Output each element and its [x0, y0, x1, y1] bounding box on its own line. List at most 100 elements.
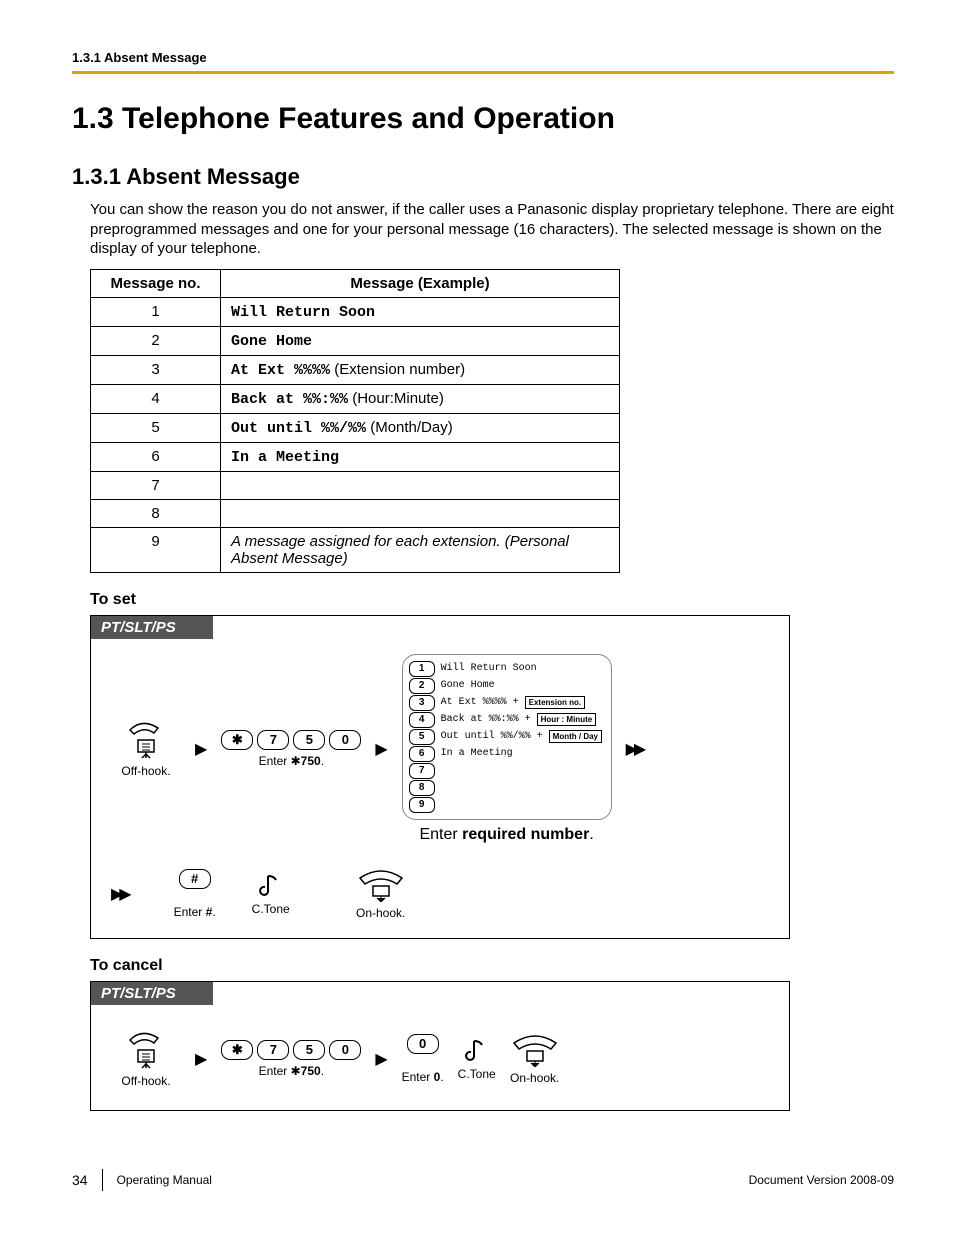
- key-small: 3: [409, 695, 435, 711]
- cell-example: At Ext %%%% (Extension number): [221, 355, 620, 384]
- cell-example: A message assigned for each extension. (…: [221, 527, 620, 572]
- list-item: 8: [409, 780, 603, 796]
- step-enter-750: ✱ 7 5 0 Enter ✱750.: [221, 730, 361, 768]
- step-onhook: On-hook.: [510, 1033, 560, 1085]
- table-row: 3At Ext %%%% (Extension number): [91, 355, 620, 384]
- message-table: Message no. Message (Example) 1Will Retu…: [90, 269, 620, 573]
- onhook-icon: [510, 1033, 560, 1067]
- table-row: 7: [91, 471, 620, 499]
- cell-no: 7: [91, 471, 221, 499]
- enter-hash-caption: Enter #.: [174, 905, 216, 919]
- key-small: 7: [409, 763, 435, 779]
- ctone-caption: C.Tone: [252, 902, 290, 916]
- step-ctone: C.Tone: [252, 872, 290, 916]
- arrow-icon: ▶: [195, 1049, 207, 1069]
- cell-example: Will Return Soon: [221, 297, 620, 326]
- to-set-box: PT/SLT/PS Off-hook. ▶ ✱ 7 5 0: [90, 615, 790, 939]
- key-small: 8: [409, 780, 435, 796]
- cell-no: 2: [91, 326, 221, 355]
- list-item: 3At Ext %%%% +Extension no.: [409, 695, 603, 711]
- enter-750-caption: Enter ✱750.: [259, 1064, 324, 1078]
- table-row: 6In a Meeting: [91, 442, 620, 471]
- list-item: 4 Back at %%:%% + Hour : Minute: [409, 712, 603, 728]
- key-small: 4: [409, 712, 435, 728]
- offhook-caption: Off-hook.: [121, 764, 170, 778]
- table-row: 4Back at %%:%% (Hour:Minute): [91, 384, 620, 413]
- cell-example: In a Meeting: [221, 442, 620, 471]
- step-onhook: On-hook.: [356, 868, 406, 920]
- cell-no: 4: [91, 384, 221, 413]
- cell-no: 8: [91, 499, 221, 527]
- pt-band: PT/SLT/PS: [91, 982, 213, 1005]
- param-box: Hour : Minute: [537, 713, 597, 726]
- table-row: 8: [91, 499, 620, 527]
- enter-750-caption: Enter ✱750.: [259, 754, 324, 768]
- onhook-caption: On-hook.: [510, 1071, 559, 1085]
- arrow-continue-icon: ▶▶: [626, 739, 643, 759]
- key-0: 0: [329, 730, 361, 750]
- list-item: 2Gone Home: [409, 678, 603, 694]
- step-ctone: C.Tone: [458, 1037, 496, 1081]
- option-text: Back at %%:%% +: [441, 714, 531, 725]
- list-item: 5Out until %%/%% +Month / Day: [409, 729, 603, 745]
- step-hash: # Enter #.: [174, 869, 216, 919]
- key-0: 0: [407, 1034, 439, 1054]
- key-small: 9: [409, 797, 435, 813]
- list-item: 6 In a Meeting: [409, 746, 603, 762]
- arrow-continue-icon: ▶▶: [111, 884, 128, 904]
- arrow-icon: ▶: [375, 1049, 387, 1069]
- running-header: 1.3.1 Absent Message: [72, 50, 894, 65]
- cell-no: 5: [91, 413, 221, 442]
- table-row: 1Will Return Soon: [91, 297, 620, 326]
- cell-example: Out until %%/%% (Month/Day): [221, 413, 620, 442]
- param-box: Month / Day: [549, 730, 602, 743]
- key-star: ✱: [221, 1040, 253, 1060]
- cell-example: Gone Home: [221, 326, 620, 355]
- step-offhook: Off-hook.: [111, 720, 181, 778]
- key-small: 6: [409, 746, 435, 762]
- ctone-caption: C.Tone: [458, 1067, 496, 1081]
- cell-no: 3: [91, 355, 221, 384]
- key-5: 5: [293, 1040, 325, 1060]
- page-number: 34: [72, 1172, 88, 1188]
- cell-no: 9: [91, 527, 221, 572]
- key-7: 7: [257, 1040, 289, 1060]
- cell-example: [221, 471, 620, 499]
- offhook-caption: Off-hook.: [121, 1074, 170, 1088]
- step-offhook: Off-hook.: [111, 1030, 181, 1088]
- option-text: In a Meeting: [441, 748, 513, 759]
- subsection-title: 1.3.1 Absent Message: [72, 164, 894, 190]
- option-text: Will Return Soon: [441, 663, 537, 674]
- step-enter-750: ✱ 7 5 0 Enter ✱750.: [221, 1040, 361, 1078]
- key-7: 7: [257, 730, 289, 750]
- table-row: 5Out until %%/%% (Month/Day): [91, 413, 620, 442]
- cell-no: 1: [91, 297, 221, 326]
- list-item: 9: [409, 797, 603, 813]
- manual-name: Operating Manual: [117, 1173, 212, 1187]
- key-star: ✱: [221, 730, 253, 750]
- to-cancel-label: To cancel: [90, 957, 894, 975]
- arrow-icon: ▶: [375, 739, 387, 759]
- key-small: 1: [409, 661, 435, 677]
- document-version: Document Version 2008-09: [749, 1173, 894, 1187]
- offhook-icon: [124, 720, 168, 760]
- onhook-caption: On-hook.: [356, 906, 405, 920]
- param-box: Extension no.: [525, 696, 585, 709]
- step-enter-0: 0 Enter 0.: [402, 1034, 444, 1084]
- onhook-icon: [356, 868, 406, 902]
- offhook-icon: [124, 1030, 168, 1070]
- intro-paragraph: You can show the reason you do not answe…: [90, 200, 894, 259]
- ctone-icon: [258, 872, 284, 898]
- to-set-label: To set: [90, 591, 894, 609]
- ctone-icon: [464, 1037, 490, 1063]
- to-cancel-box: PT/SLT/PS Off-hook. ▶ ✱ 7 5 0: [90, 981, 790, 1111]
- col-header-no: Message no.: [91, 269, 221, 297]
- footer-divider: [102, 1169, 103, 1191]
- cell-no: 6: [91, 442, 221, 471]
- pt-band: PT/SLT/PS: [91, 616, 213, 639]
- message-options-list: 1 Will Return Soon 2Gone Home3At Ext %%%% …: [402, 654, 612, 820]
- key-5: 5: [293, 730, 325, 750]
- option-text: Out until %%/%% +: [441, 731, 543, 742]
- enter-0-caption: Enter 0.: [402, 1070, 444, 1084]
- table-row: 2Gone Home: [91, 326, 620, 355]
